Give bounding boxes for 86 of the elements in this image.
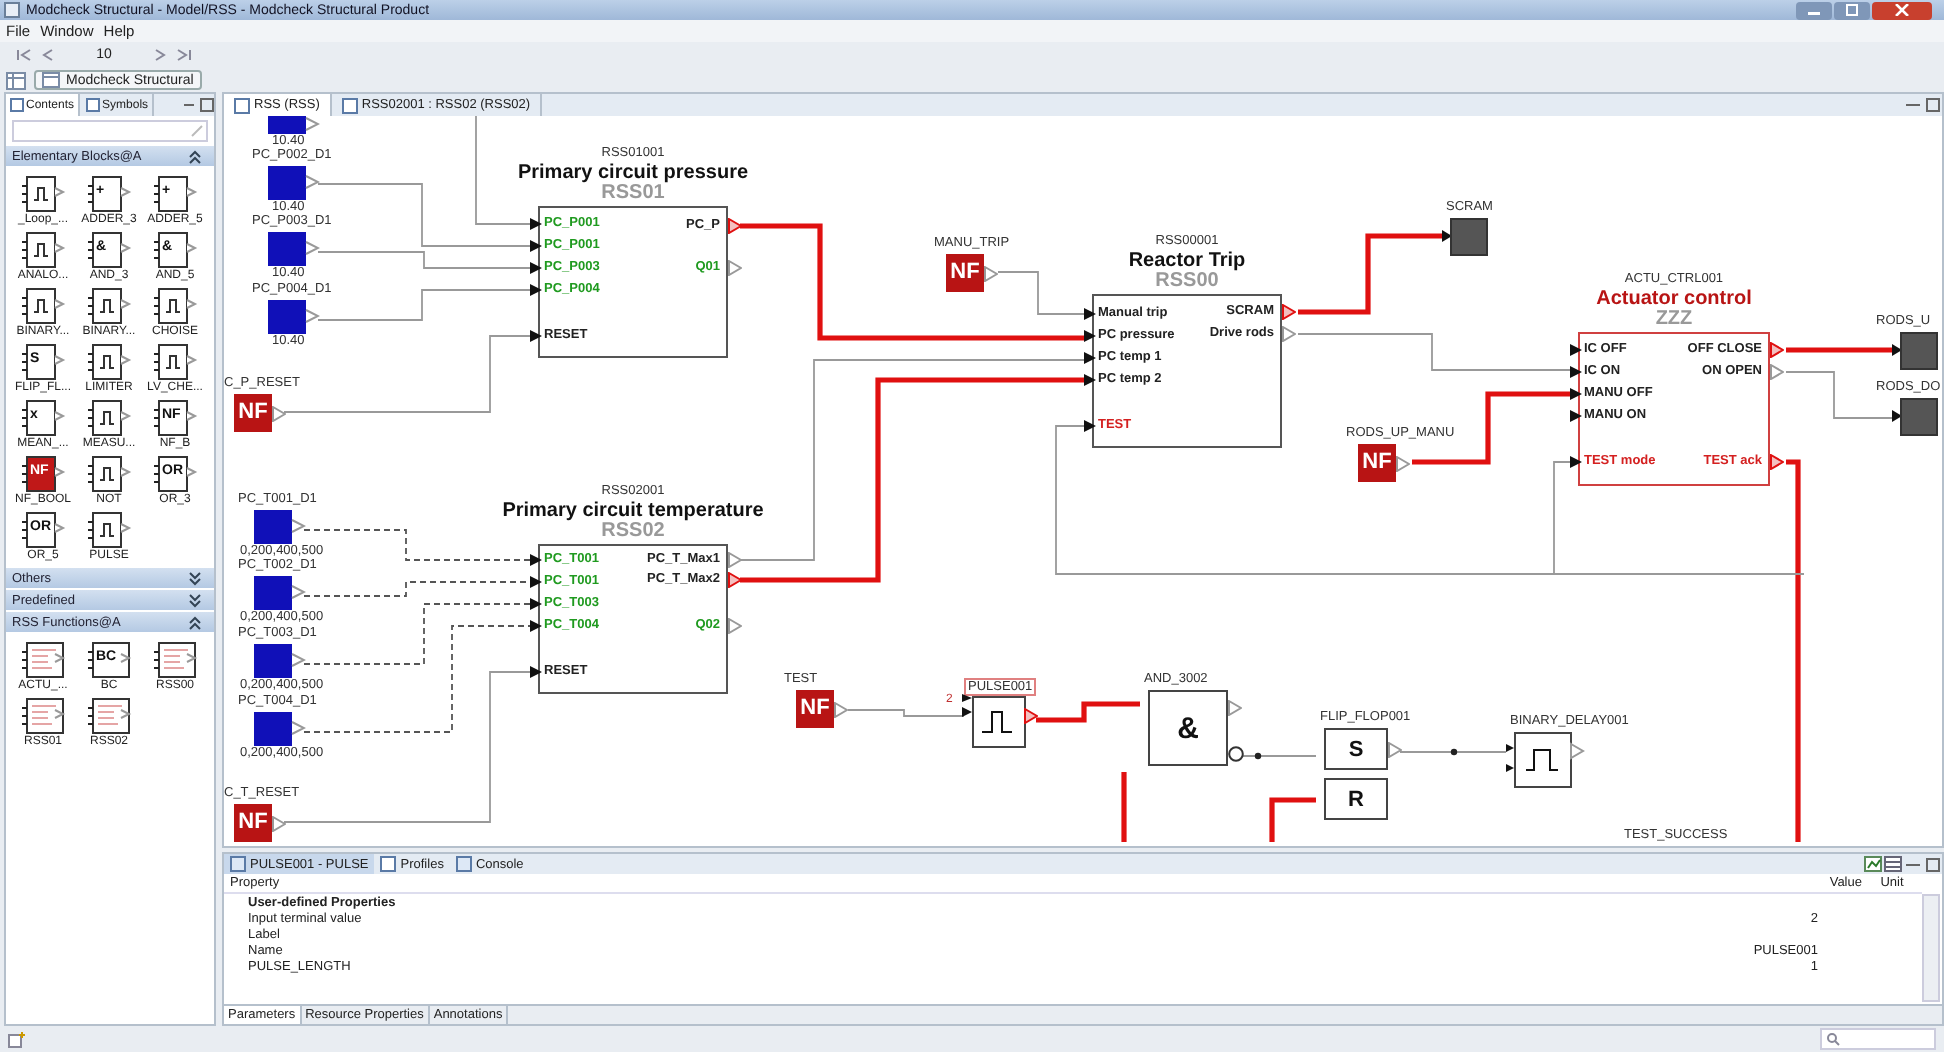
minimize-icon[interactable] — [1904, 98, 1922, 112]
view-icon — [10, 98, 24, 112]
block-symbol-icon — [83, 454, 135, 494]
junction-dot — [1450, 748, 1458, 756]
view-icon — [86, 98, 101, 112]
and-block[interactable]: & — [1148, 690, 1228, 766]
block-type: RSS01 — [599, 182, 665, 204]
block-title: Actuator control — [1594, 288, 1754, 310]
table-icon[interactable] — [1884, 856, 1902, 872]
block-symbol-icon — [17, 174, 69, 214]
block-symbol-icon — [149, 286, 201, 326]
wire — [1239, 755, 1317, 757]
maximize-icon[interactable] — [1924, 98, 1942, 112]
diagram-icon — [234, 97, 250, 113]
window-icon — [42, 72, 60, 88]
previous-icon[interactable] — [40, 48, 56, 62]
block-title: Primary circuit temperature — [500, 500, 766, 522]
nf-block[interactable]: NF — [796, 690, 834, 728]
block-type: RSS02 — [599, 520, 665, 542]
maximize-icon[interactable] — [200, 98, 214, 112]
sensor-block[interactable] — [254, 510, 306, 544]
block-type: RSS00 — [1153, 270, 1219, 292]
minimize-icon[interactable] — [182, 98, 196, 112]
nf-block[interactable]: NF — [946, 254, 984, 292]
nf-block[interactable]: NF — [234, 804, 272, 842]
block-symbol-icon — [83, 398, 135, 438]
function-block[interactable] — [538, 206, 728, 358]
minimize-button[interactable] — [1796, 1, 1832, 19]
block-symbol-icon — [17, 342, 69, 382]
wire — [1399, 751, 1507, 753]
sensor-block[interactable] — [254, 712, 306, 746]
block-symbol-icon — [17, 230, 69, 270]
maximize-icon — [1844, 4, 1860, 16]
block-symbol-icon — [83, 510, 135, 550]
input-port-icon — [1084, 420, 1096, 432]
block-symbol-icon — [83, 230, 135, 270]
block-title: Primary circuit pressure — [515, 162, 751, 184]
block-symbol-icon — [149, 230, 201, 270]
function-block[interactable] — [1578, 332, 1770, 486]
block-symbol-icon — [83, 696, 135, 736]
sensor-block[interactable] — [268, 166, 320, 200]
delay-block-drawing[interactable] — [1506, 732, 1586, 788]
sensor-block[interactable] — [254, 644, 306, 678]
next-icon[interactable] — [152, 48, 168, 62]
input-port-icon — [530, 666, 542, 678]
block-symbol-icon — [149, 342, 201, 382]
input-port-icon — [530, 330, 542, 342]
sensor-block[interactable] — [268, 300, 320, 334]
diagram-icon — [341, 97, 358, 113]
last-page-icon[interactable] — [176, 48, 192, 62]
close-button[interactable] — [1872, 1, 1932, 19]
new-view-icon[interactable] — [8, 1031, 26, 1047]
reset-block[interactable]: R — [1324, 778, 1388, 820]
block-type: ZZZ — [1653, 308, 1695, 330]
close-icon — [1894, 4, 1910, 16]
function-block[interactable] — [538, 544, 728, 694]
block-symbol-icon — [83, 286, 135, 326]
sensor-block[interactable] — [268, 232, 320, 266]
block-symbol-icon — [149, 640, 201, 680]
function-block[interactable] — [1092, 294, 1282, 448]
input-port-icon — [1570, 456, 1582, 468]
nf-block[interactable]: NF — [1358, 444, 1396, 482]
scrollbar[interactable] — [1922, 894, 1940, 1002]
chart-icon[interactable] — [1864, 856, 1882, 872]
filter-field[interactable] — [12, 120, 208, 142]
block-symbol-icon — [17, 640, 69, 680]
open-perspective-icon[interactable] — [6, 71, 26, 89]
block-symbol-icon — [83, 174, 135, 214]
maximize-icon[interactable] — [1924, 857, 1942, 871]
view-icon — [230, 856, 246, 872]
block-symbol-icon — [17, 696, 69, 736]
block-symbol-icon — [149, 174, 201, 214]
set-block[interactable]: S — [1324, 728, 1388, 770]
maximize-button[interactable] — [1834, 1, 1870, 19]
block-symbol-icon — [17, 286, 69, 326]
junction-dot — [1254, 752, 1262, 760]
search-icon — [1826, 1032, 1840, 1046]
first-page-icon[interactable] — [16, 48, 32, 62]
block-symbol-icon — [83, 342, 135, 382]
search-field[interactable] — [1820, 1028, 1936, 1050]
sensor-block[interactable] — [268, 116, 320, 134]
nf-block[interactable]: NF — [234, 394, 272, 432]
block-symbol-icon — [17, 398, 69, 438]
sensor-block[interactable] — [254, 576, 306, 610]
inverter-circle-icon — [1228, 746, 1244, 762]
block-title: Reactor Trip — [1126, 250, 1248, 272]
